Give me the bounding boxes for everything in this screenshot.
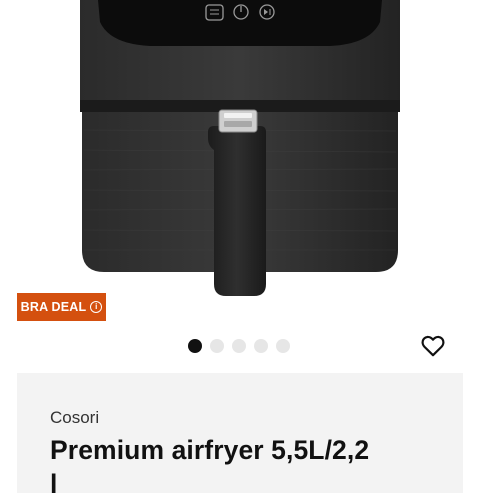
product-title-line-2: l: [50, 469, 58, 499]
gallery-dot-2[interactable]: [210, 339, 224, 353]
airfryer-image: [80, 0, 400, 296]
gallery-dot-3[interactable]: [232, 339, 246, 353]
deal-badge-label: BRA DEAL: [20, 300, 87, 314]
product-title-line-1: Premium airfryer 5,5L/2,2: [50, 435, 370, 465]
gallery-dot-5[interactable]: [276, 339, 290, 353]
info-icon[interactable]: i: [90, 301, 103, 313]
deal-badge[interactable]: BRA DEAL i: [17, 293, 106, 321]
product-brand[interactable]: Cosori: [50, 408, 99, 428]
product-info-card: Cosori Premium airfryer 5,5L/2,2 l: [17, 373, 463, 499]
gallery-dot-4[interactable]: [254, 339, 268, 353]
favorite-button[interactable]: [420, 333, 446, 359]
product-title: Premium airfryer 5,5L/2,2 l: [50, 433, 450, 501]
heart-outline-icon: [421, 335, 445, 357]
product-image[interactable]: [0, 0, 480, 330]
gallery-pagination: [188, 339, 290, 353]
gallery-dot-1[interactable]: [188, 339, 202, 353]
